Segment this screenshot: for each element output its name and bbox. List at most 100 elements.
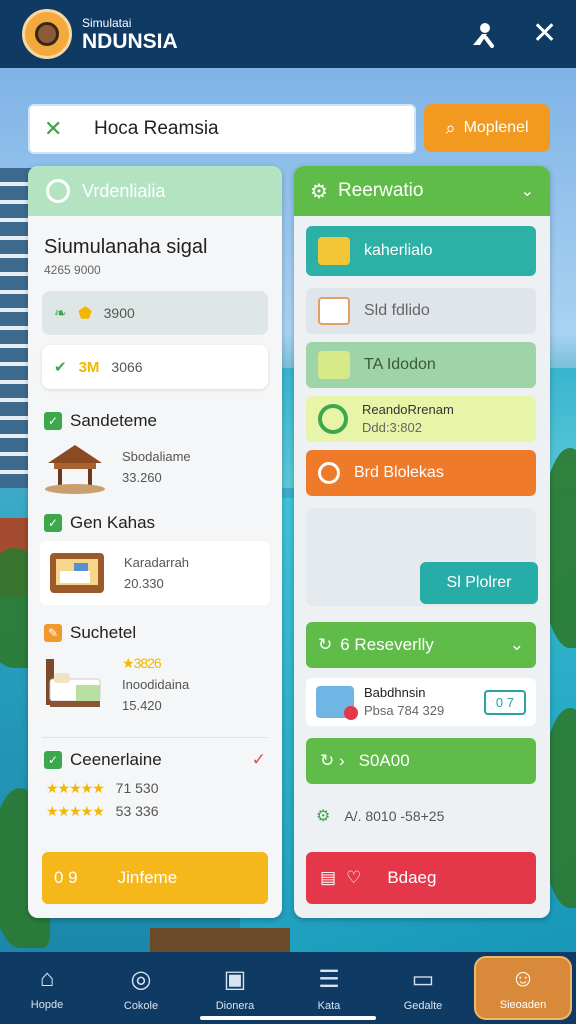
brand-small: Simulatai [82, 15, 132, 30]
status-value: S0A00 [358, 751, 410, 770]
tab-label: Hopde [30, 999, 64, 1011]
review-count: 53 336 [115, 803, 159, 819]
deck [150, 928, 290, 952]
stars-icon: ★★★★★ [46, 780, 105, 796]
chat-icon: ◎ [130, 965, 152, 993]
close-icon[interactable]: ✕ [532, 16, 557, 51]
chevron-down-icon[interactable]: ⌄ [510, 635, 524, 655]
room-image [44, 545, 110, 601]
right-panel-title: Reerwatio [337, 180, 424, 201]
check-icon: ✔ [54, 359, 67, 376]
reviews-title-text: Ceenerlaine [70, 750, 162, 769]
book-button[interactable]: 0 9 Jinfeme [42, 852, 268, 904]
refresh-icon: ↻ [318, 635, 333, 654]
money-icon [318, 351, 350, 379]
gazebo-image [42, 439, 108, 495]
brand: Simulatai NDUNSIA [82, 17, 178, 52]
stat-row[interactable]: ❧ ⬟ 3900 [42, 291, 268, 335]
booking-price: Pbsa 784 329 [364, 703, 445, 718]
app-logo[interactable] [22, 9, 72, 59]
close-icon[interactable]: ✕ [44, 116, 66, 142]
list-item[interactable]: Sbodaliame 33.260 [28, 439, 282, 495]
section-title: ✓ Sandeteme [28, 411, 282, 431]
item-price: 33.260 [122, 470, 162, 485]
booking-text: Babdhnsin Pbsa 784 329 [364, 684, 484, 720]
list-item[interactable]: Karadarrah 20.330 [40, 541, 270, 605]
right-title-wrap: ⚙ Reerwatio [310, 179, 423, 204]
book-label: Jinfeme [117, 868, 178, 887]
refresh-icon [318, 404, 348, 434]
stat-value: 3900 [103, 305, 135, 321]
reservation-label: Brd Blolekas [354, 464, 444, 481]
pencil-icon: ✎ [44, 624, 62, 642]
search-input[interactable]: ✕ Hoca Reamsia [28, 104, 416, 154]
map-search-button[interactable]: ⌕ Moplenel [424, 104, 550, 152]
reservation-item[interactable]: Sld fdlido [306, 288, 536, 334]
rating: ★3826 [122, 654, 162, 671]
info-icon [46, 179, 70, 203]
right-panel: ⚙ Reerwatio ⌄ kaherlialo Sld fdlido TA I… [294, 166, 550, 918]
tab-wallet[interactable]: ▭ Gedalte [376, 952, 470, 1024]
stat-row[interactable]: ✔ 3M 3066 [42, 345, 268, 389]
location-icon [318, 462, 340, 484]
reservation-label: kaherlialo [364, 242, 433, 259]
search-value: Hoca Reamsia [94, 118, 219, 139]
tab-chat[interactable]: ◎ Cokole [94, 952, 188, 1024]
map-pin-icon[interactable] [468, 20, 498, 57]
tab-label: Sieoaden [499, 999, 547, 1011]
chevron-down-icon[interactable]: ✓ [252, 750, 266, 770]
left-subtitle: Siumulanaha sigal [44, 236, 208, 258]
status-bar[interactable]: ↻ › S0A00 [306, 738, 536, 784]
left-panel: Vrdenlialia Siumulanaha sigal 4265 9000 … [28, 166, 282, 918]
document-icon: ▤ [320, 868, 337, 887]
wallet-icon: ▭ [411, 965, 435, 993]
cancel-label: Bdaeg [387, 868, 437, 887]
brand-title: NDUNSIA [82, 29, 178, 53]
home-indicator [200, 1016, 376, 1020]
reviews-header[interactable]: ✓ Ceenerlaine ✓ [28, 750, 282, 770]
tv-icon: ▣ [223, 965, 247, 993]
booking-name: Babdhnsin [364, 685, 426, 700]
review-row: ★★★★★ 71 530 [28, 770, 282, 797]
plan-button[interactable]: Sl Plolrer [420, 562, 538, 604]
reservation-text: ReandoRrenam Ddd:3:802 [362, 401, 454, 437]
home-icon: ⌂ [39, 965, 55, 992]
right-panel-header[interactable]: ⚙ Reerwatio ⌄ [294, 166, 550, 216]
stars-icon: ★★★★★ [46, 803, 105, 819]
tab-tv[interactable]: ▣ Dionera [188, 952, 282, 1024]
reservations-section-title: 6 Reseverlly [340, 635, 434, 654]
bottom-tab-bar: ⌂ Hopde ◎ Cokole ▣ Dionera ☰ Kata ▭ Gedalte ☺… [0, 952, 576, 1024]
tab-home[interactable]: ⌂ Hopde [0, 952, 94, 1024]
alert-icon [344, 706, 358, 720]
left-subtitle-value: 4265 9000 [44, 263, 101, 277]
section-title: ✓ Gen Kahas [28, 513, 282, 533]
section-title: ✎ Suchetel [28, 623, 282, 643]
reservation-sub: Ddd:3:802 [362, 420, 422, 435]
reservations-section-header[interactable]: ↻ 6 Reseverlly ⌄ [306, 622, 536, 668]
document-icon [318, 297, 350, 325]
leaf-icon: ❧ [54, 305, 67, 322]
chevron-down-icon[interactable]: ⌄ [521, 181, 534, 201]
reservation-item[interactable]: TA Idodon [306, 342, 536, 388]
booking-badge[interactable]: 0 7 [483, 689, 526, 715]
check-icon: ✓ [44, 514, 62, 532]
check-icon: ✓ [44, 412, 62, 430]
tab-list[interactable]: ☰ Kata [282, 952, 376, 1024]
reviews-title: ✓ Ceenerlaine [44, 750, 162, 770]
map-search-label: Moplenel [463, 119, 529, 136]
list-item[interactable]: ★3826 Inoodidaina 15.420 [28, 649, 282, 719]
reservation-item[interactable]: Brd Blolekas [306, 450, 536, 496]
item-price: 15.420 [122, 697, 162, 713]
heart-icon: ♡ [346, 868, 362, 887]
info-row: ⚙ A/. 8010 -58+25 [316, 806, 444, 826]
reservation-item[interactable]: ReandoRrenam Ddd:3:802 [306, 396, 536, 442]
reservation-label: Sld fdlido [364, 302, 430, 319]
booking-card[interactable]: Babdhnsin Pbsa 784 329 0 7 [306, 678, 536, 726]
cancel-button[interactable]: ▤ ♡ Bdaeg [306, 852, 536, 904]
reservation-item[interactable]: kaherlialo [306, 226, 536, 276]
item-name: Sbodaliame [122, 449, 191, 464]
tab-profile[interactable]: ☺ Sieoaden [474, 956, 572, 1020]
plan-button-label: Sl Plolrer [446, 574, 512, 591]
left-panel-header[interactable]: Vrdenlialia [28, 166, 282, 216]
section-title-text: Gen Kahas [70, 513, 156, 532]
